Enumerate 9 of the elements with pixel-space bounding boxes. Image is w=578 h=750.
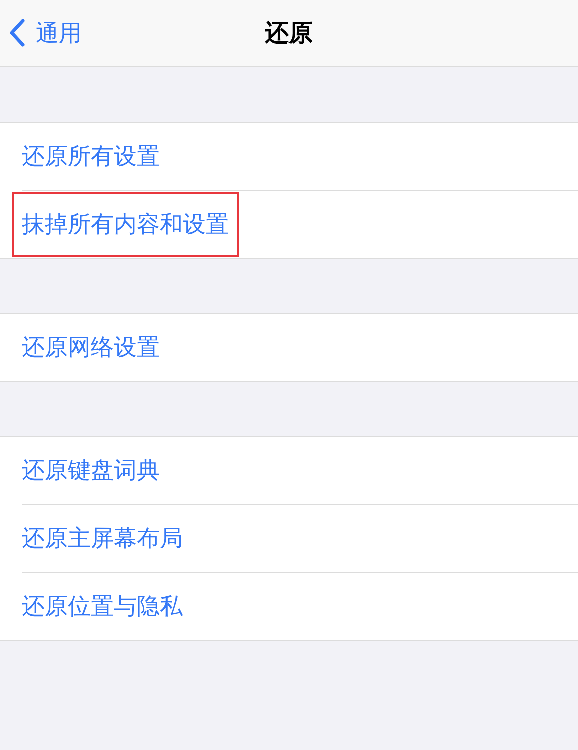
back-button[interactable]: 通用: [0, 18, 82, 48]
reset-option[interactable]: 还原主屏幕布局: [12, 506, 193, 571]
reset-option[interactable]: 还原所有设置: [12, 124, 170, 189]
back-chevron-icon: [8, 18, 26, 48]
reset-option[interactable]: 抹掉所有内容和设置: [12, 192, 239, 257]
page-title: 还原: [265, 18, 313, 49]
reset-option[interactable]: 还原键盘词典: [12, 438, 170, 503]
reset-option[interactable]: 还原位置与隐私: [12, 574, 193, 639]
reset-option[interactable]: 还原网络设置: [12, 315, 170, 380]
